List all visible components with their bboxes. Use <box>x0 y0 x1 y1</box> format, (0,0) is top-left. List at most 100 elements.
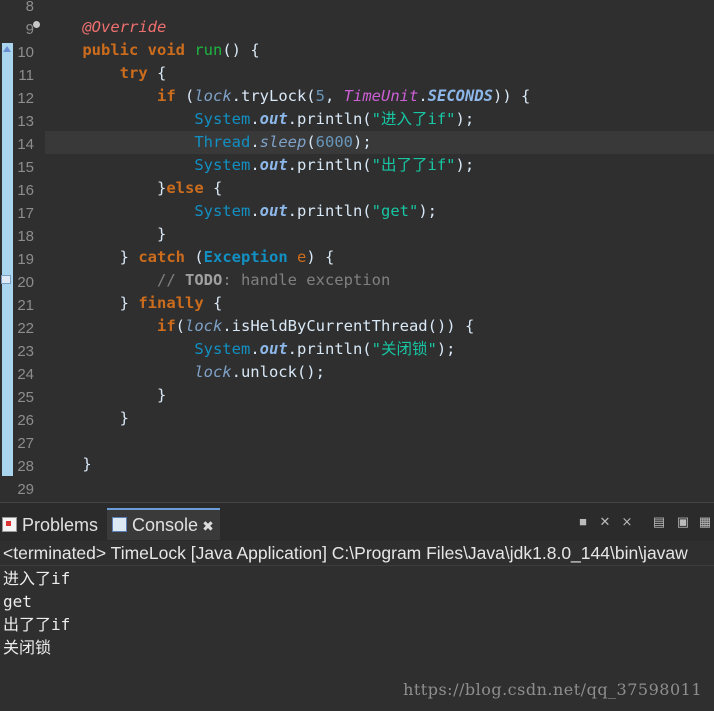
pin-console-icon[interactable]: ▦ <box>697 514 713 530</box>
remove-launch-icon[interactable]: ✕ <box>597 514 613 530</box>
code-line[interactable]: System.out.println("进入了if"); <box>45 108 714 131</box>
string-literal: "get" <box>371 202 419 220</box>
code-text: } <box>119 294 139 312</box>
line-number: 8 <box>25 0 34 15</box>
code-line[interactable]: if(lock.isHeldByCurrentThread()) { <box>45 315 714 338</box>
code-text: ); <box>353 133 372 151</box>
tab-problems[interactable]: Problems <box>2 510 98 540</box>
problems-icon <box>2 517 17 532</box>
tab-console[interactable]: Console ✖ <box>107 508 220 540</box>
close-icon[interactable]: ✖ <box>202 518 214 534</box>
line-number: 21 <box>17 297 34 314</box>
task-marker-icon <box>1 275 11 284</box>
code-text: } <box>156 179 167 197</box>
code-text: { <box>147 64 167 82</box>
todo-tag: TODO <box>184 271 223 289</box>
code-text: .tryLock( <box>231 87 316 105</box>
code-text: . <box>250 340 260 358</box>
static-method: sleep <box>259 133 307 151</box>
static-field: out <box>259 340 288 358</box>
code-editor[interactable]: 8 9 10 11 12 13 14 15 16 17 18 19 20 21 … <box>0 0 714 501</box>
enum-constant: SECONDS <box>427 87 493 105</box>
stop-icon[interactable]: ■ <box>575 514 591 530</box>
code-text: } <box>156 386 167 404</box>
line-number: 15 <box>17 159 34 176</box>
line-number: 13 <box>17 113 34 130</box>
comment: : handle exception <box>222 271 391 289</box>
line-number: 22 <box>17 320 34 337</box>
code-text: ); <box>455 110 475 128</box>
code-line[interactable]: } <box>45 453 714 476</box>
field-ref: lock <box>194 363 232 381</box>
code-line[interactable]: if (lock.tryLock(5, TimeUnit.SECONDS)) { <box>45 85 714 108</box>
code-text: .println( <box>287 110 372 128</box>
number-literal: 5 <box>315 87 325 105</box>
string-literal: "关闭锁" <box>371 340 437 358</box>
fold-collapse-icon[interactable] <box>33 21 40 28</box>
method-name: run <box>194 41 223 59</box>
code-text: . <box>250 133 260 151</box>
console-icon <box>112 517 128 532</box>
keyword: else <box>166 179 204 197</box>
show-console-icon[interactable]: ▣ <box>675 514 691 530</box>
annotation: @Override <box>82 18 167 36</box>
code-line[interactable]: try { <box>45 62 714 85</box>
code-line[interactable]: } <box>45 223 714 246</box>
class-ref: TimeUnit <box>343 87 419 105</box>
line-number: 29 <box>17 481 34 498</box>
code-text: } <box>119 248 139 266</box>
code-text: .println( <box>287 202 372 220</box>
code-line[interactable]: } catch (Exception e) { <box>45 246 714 269</box>
code-line[interactable]: System.out.println("get"); <box>45 200 714 223</box>
watermark: https://blog.csdn.net/qq_37598011 <box>403 680 702 699</box>
console-line: 进入了if <box>3 569 71 588</box>
keyword: if <box>156 317 176 335</box>
code-text: (); <box>296 363 325 381</box>
code-text: . <box>418 87 428 105</box>
code-text: ()) { <box>427 317 475 335</box>
code-text: { <box>203 179 223 197</box>
console-line: get <box>3 592 32 611</box>
class-ref: System <box>194 156 251 174</box>
line-number: 14 <box>17 136 34 153</box>
line-number: 24 <box>17 366 34 383</box>
code-text: .println( <box>287 156 372 174</box>
code-text: } <box>156 225 167 243</box>
code-text: ); <box>455 156 475 174</box>
line-number: 28 <box>17 458 34 475</box>
code-line[interactable]: System.out.println("出了了if"); <box>45 154 714 177</box>
keyword: try <box>119 64 148 82</box>
field-ref: lock <box>194 87 232 105</box>
field-ref: lock <box>185 317 223 335</box>
code-text: . <box>250 156 260 174</box>
code-text: . <box>250 110 260 128</box>
code-line[interactable]: } finally { <box>45 292 714 315</box>
remove-all-icon[interactable]: ⨯ <box>619 514 635 530</box>
code-text: )) { <box>493 87 531 105</box>
scroll-lock-icon[interactable]: ▤ <box>651 514 667 530</box>
static-field: out <box>259 202 288 220</box>
line-number: 16 <box>17 182 34 199</box>
code-line[interactable]: lock.unlock(); <box>45 361 714 384</box>
code-text: } <box>82 455 92 473</box>
line-number: 20 <box>17 274 34 291</box>
code-line[interactable]: @Override <box>45 16 714 39</box>
code-line[interactable]: public void run() { <box>45 39 714 62</box>
class-ref: System <box>194 202 251 220</box>
code-line[interactable]: } <box>45 384 714 407</box>
override-marker-icon <box>3 46 11 52</box>
static-field: out <box>259 156 288 174</box>
code-line[interactable]: } <box>45 407 714 430</box>
code-line[interactable]: // TODO: handle exception <box>45 269 714 292</box>
code-text: ); <box>418 202 437 220</box>
class-ref: Thread <box>194 133 251 151</box>
code-line-current[interactable]: Thread.sleep(6000); <box>45 131 714 154</box>
code-line[interactable]: }else { <box>45 177 714 200</box>
keyword: public <box>82 41 139 59</box>
line-number: 25 <box>17 389 34 406</box>
bottom-panel-tabbar: Problems Console ✖ ■ ✕ ⨯ ▤ ▣ ▦ <box>0 502 714 541</box>
code-text: .unlock <box>231 363 297 381</box>
change-ruler <box>2 43 13 476</box>
code-line[interactable]: System.out.println("关闭锁"); <box>45 338 714 361</box>
code-text: () { <box>222 41 260 59</box>
